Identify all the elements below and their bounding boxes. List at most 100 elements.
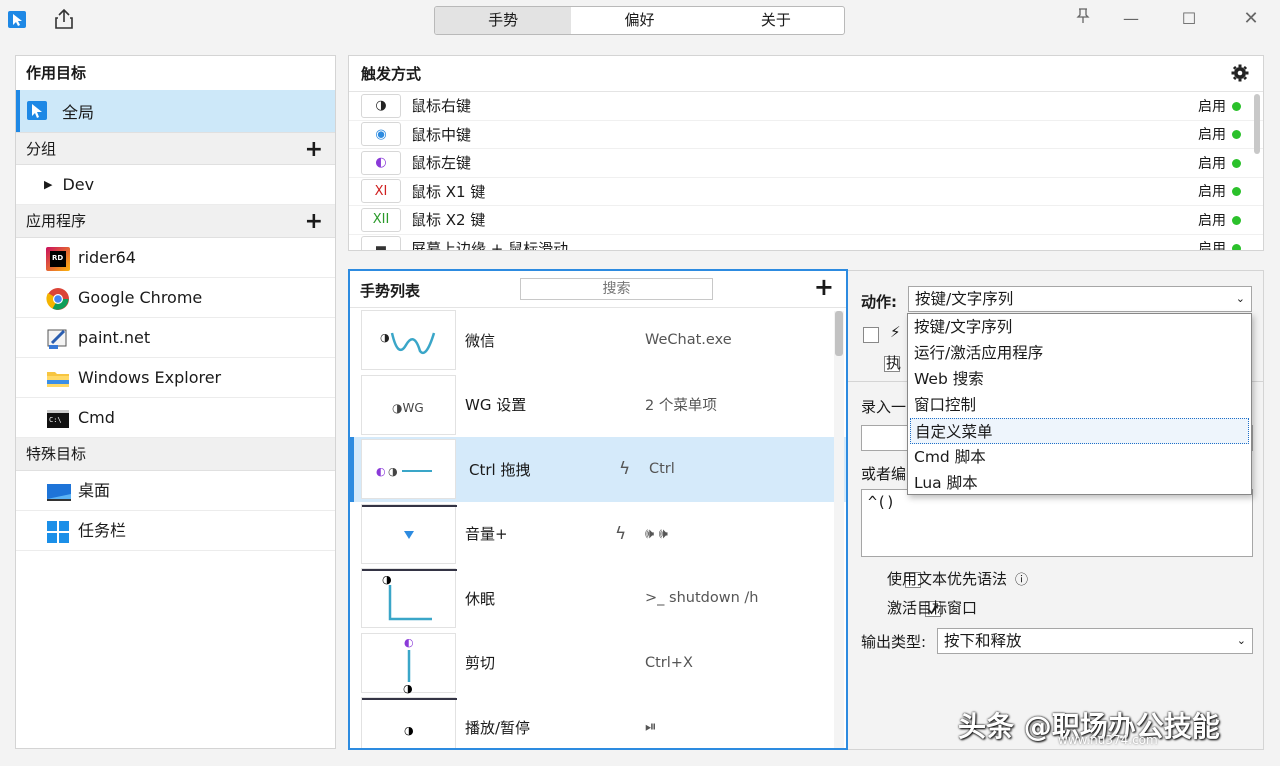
svg-text:C:\: C:\ bbox=[49, 416, 62, 424]
chevron-down-icon: ⌄ bbox=[1236, 634, 1246, 647]
app-logo-icon bbox=[8, 10, 28, 30]
add-gesture-button[interactable]: + bbox=[814, 273, 834, 301]
gesture-row[interactable]: 音量+ ϟ 🕪 🕪 bbox=[350, 502, 846, 567]
svg-text:◑: ◑ bbox=[404, 724, 414, 737]
expand-triangle-icon[interactable]: ▶ bbox=[44, 165, 52, 205]
app-item-cmd[interactable]: C:\ Cmd bbox=[16, 398, 335, 438]
status-dot-icon bbox=[1232, 244, 1241, 250]
special-item-desktop[interactable]: 桌面 bbox=[16, 471, 335, 511]
status-dot-icon bbox=[1232, 130, 1241, 140]
gesture-thumbnail: ◑ bbox=[361, 568, 457, 629]
svg-text:◑: ◑ bbox=[403, 682, 413, 694]
gesture-description: 🕪 🕪 bbox=[645, 525, 668, 542]
gesture-row[interactable]: ◑ 播放/暂停 ⏯ bbox=[350, 695, 846, 748]
trigger-status[interactable]: 启用 bbox=[1198, 96, 1241, 116]
add-app-button[interactable]: + bbox=[305, 205, 323, 238]
svg-text:◑: ◑ bbox=[388, 465, 398, 478]
pin-icon[interactable] bbox=[1068, 8, 1098, 30]
dropdown-option[interactable]: Lua 脚本 bbox=[908, 470, 1251, 496]
settings-gear-icon[interactable] bbox=[1231, 64, 1251, 84]
special-item-label: 桌面 bbox=[78, 480, 111, 500]
gesture-description: >_ shutdown /h bbox=[645, 590, 759, 607]
trigger-label: 鼠标 X1 键 bbox=[411, 182, 486, 201]
gesture-row[interactable]: ◑WG WG 设置 2 个菜单项 bbox=[350, 373, 846, 438]
record-label: 录入一 bbox=[861, 398, 907, 416]
trigger-row[interactable]: ▬ 屏幕上边缘 + 鼠标滑动 启用 bbox=[349, 235, 1263, 250]
app-item-label: Windows Explorer bbox=[78, 367, 222, 387]
target-global[interactable]: 全局 bbox=[16, 90, 335, 132]
close-button[interactable]: ✕ bbox=[1236, 8, 1266, 30]
gesture-row[interactable]: ◑ 休眠 >_ shutdown /h bbox=[350, 566, 846, 631]
app-item-label: Cmd bbox=[78, 407, 115, 427]
dropdown-option[interactable]: 运行/激活应用程序 bbox=[908, 340, 1251, 366]
gesture-search-input[interactable] bbox=[520, 278, 713, 300]
trigger-row[interactable]: ◑ 鼠标右键 启用 bbox=[349, 92, 1263, 121]
gesture-description: ⏯ bbox=[645, 719, 657, 736]
action-select[interactable]: 按键/文字序列 ⌄ bbox=[908, 286, 1252, 312]
groups-header-label: 分组 bbox=[26, 140, 57, 158]
triggers-title: 触发方式 bbox=[349, 56, 1263, 92]
lightning-icon: ϟ bbox=[615, 523, 627, 544]
app-item-google-chrome[interactable]: Google Chrome bbox=[16, 278, 335, 318]
gesture-name: 剪切 bbox=[465, 654, 496, 673]
use-text-first-label: 使用文本优先语法 bbox=[887, 570, 1008, 588]
gesture-description: WeChat.exe bbox=[645, 332, 732, 349]
trigger-status[interactable]: 启用 bbox=[1198, 210, 1241, 230]
triggers-panel: 触发方式 ◑ 鼠标右键 启用 ◉ 鼠标中键 启用 ◐ 鼠标左键 启用 XI 鼠标 X1 键启用 XII… bbox=[348, 55, 1264, 251]
output-type-select[interactable]: 按下和释放 ⌄ bbox=[937, 628, 1253, 654]
app-item-paint-net[interactable]: paint.net bbox=[16, 318, 335, 358]
trigger-row[interactable]: XII 鼠标 X2 键 启用 bbox=[349, 206, 1263, 235]
targets-title: 作用目标 bbox=[26, 64, 87, 82]
add-group-button[interactable]: + bbox=[305, 133, 323, 166]
dropdown-option[interactable]: 窗口控制 bbox=[908, 392, 1251, 418]
maximize-button[interactable]: ☐ bbox=[1174, 8, 1204, 30]
share-icon[interactable] bbox=[54, 8, 74, 30]
tab-about[interactable]: 关于 bbox=[708, 7, 844, 34]
title-bar: 手势 偏好 关于 — ☐ ✕ bbox=[0, 0, 1280, 42]
exec-label: 执 bbox=[886, 354, 902, 372]
minimize-button[interactable]: — bbox=[1116, 8, 1146, 30]
gesture-row[interactable]: ◐ ◑ Ctrl 拖拽 ϟ Ctrl bbox=[350, 437, 846, 502]
trigger-label: 鼠标右键 bbox=[411, 97, 472, 116]
trigger-label: 鼠标中键 bbox=[411, 125, 472, 144]
trigger-icon: ▬ bbox=[361, 236, 401, 250]
special-item-taskbar[interactable]: 任务栏 bbox=[16, 511, 335, 551]
option-checkbox-1[interactable] bbox=[863, 326, 879, 343]
tab-preferences[interactable]: 偏好 bbox=[571, 7, 707, 34]
desktop-icon bbox=[46, 479, 71, 503]
trigger-status[interactable]: 启用 bbox=[1198, 238, 1241, 250]
dropdown-option[interactable]: Web 搜索 bbox=[908, 366, 1251, 392]
trigger-status[interactable]: 启用 bbox=[1198, 181, 1241, 201]
info-icon[interactable]: ⓘ bbox=[1015, 569, 1028, 588]
windows-logo-icon bbox=[46, 519, 70, 543]
special-header-label: 特殊目标 bbox=[26, 445, 87, 463]
trigger-row[interactable]: ◉ 鼠标中键 启用 bbox=[349, 121, 1263, 149]
tab-gestures[interactable]: 手势 bbox=[435, 7, 572, 34]
action-dropdown-list: 按键/文字序列 运行/激活应用程序 Web 搜索 窗口控制 自定义菜单 Cmd 脚本 Lua… bbox=[907, 313, 1252, 495]
gesture-scrollbar[interactable] bbox=[834, 311, 844, 748]
app-item-windows-explorer[interactable]: Windows Explorer bbox=[16, 358, 335, 398]
rider-icon: RD bbox=[46, 246, 70, 271]
gesture-list: ◑ 微信 WeChat.exe ◑WG WG 设置 2 个菜单项 ◐ ◑ Ctrl 拖拽 ϟ Ctr… bbox=[350, 308, 846, 748]
gesture-name: 微信 bbox=[465, 331, 496, 350]
gesture-name: 播放/暂停 bbox=[465, 718, 531, 737]
action-label: 动作: bbox=[861, 293, 897, 311]
gesture-row[interactable]: ◐ ◑ 剪切 Ctrl+X bbox=[350, 631, 846, 696]
trigger-row[interactable]: XI 鼠标 X1 键 启用 bbox=[349, 178, 1263, 206]
dropdown-option[interactable]: Cmd 脚本 bbox=[908, 444, 1251, 470]
trigger-scrollbar[interactable] bbox=[1254, 94, 1260, 248]
lightning-icon: ⚡ bbox=[890, 323, 901, 341]
group-item-dev[interactable]: ▶ Dev bbox=[16, 165, 335, 205]
trigger-status[interactable]: 启用 bbox=[1198, 153, 1241, 173]
terminal-icon: C:\ bbox=[46, 406, 70, 430]
trigger-row[interactable]: ◐ 鼠标左键 启用 bbox=[349, 149, 1263, 178]
dropdown-option[interactable]: 自定义菜单 bbox=[910, 418, 1249, 444]
trigger-icon: XI bbox=[361, 179, 401, 204]
app-item-rider64[interactable]: RD rider64 bbox=[16, 238, 335, 278]
dropdown-option[interactable]: 按键/文字序列 bbox=[908, 314, 1251, 340]
script-editor[interactable]: ^() bbox=[861, 489, 1253, 557]
trigger-status[interactable]: 启用 bbox=[1198, 124, 1241, 144]
targets-panel: 作用目标 全局 分组 + ▶ Dev 应用程序 + RD rider64 Goo… bbox=[15, 55, 336, 749]
group-item-label: Dev bbox=[62, 174, 95, 194]
gesture-row[interactable]: ◑ 微信 WeChat.exe bbox=[350, 308, 846, 373]
